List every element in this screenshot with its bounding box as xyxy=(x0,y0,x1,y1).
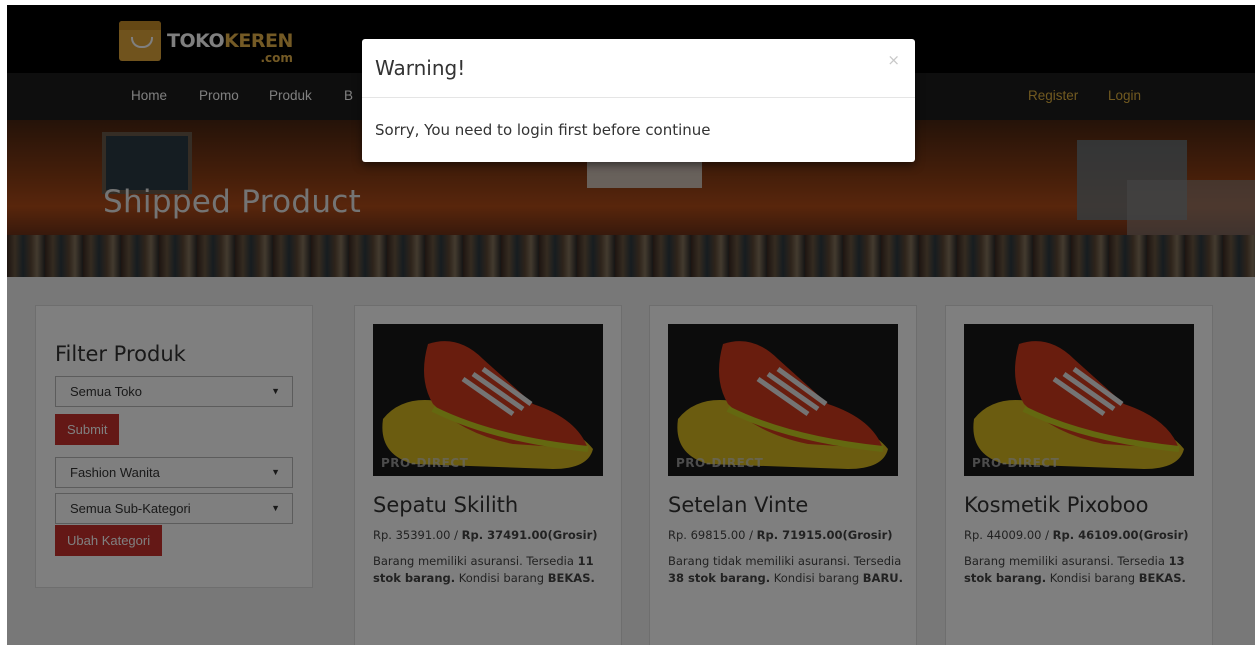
modal-message: Sorry, You need to login first before co… xyxy=(375,121,711,139)
modal-header: Warning! × xyxy=(362,39,915,98)
modal-title: Warning! xyxy=(375,56,466,80)
page: TOKOKEREN .com Home Promo Produk B Regis… xyxy=(7,5,1255,645)
warning-modal: Warning! × Sorry, You need to login firs… xyxy=(362,39,915,162)
close-icon[interactable]: × xyxy=(887,51,900,69)
